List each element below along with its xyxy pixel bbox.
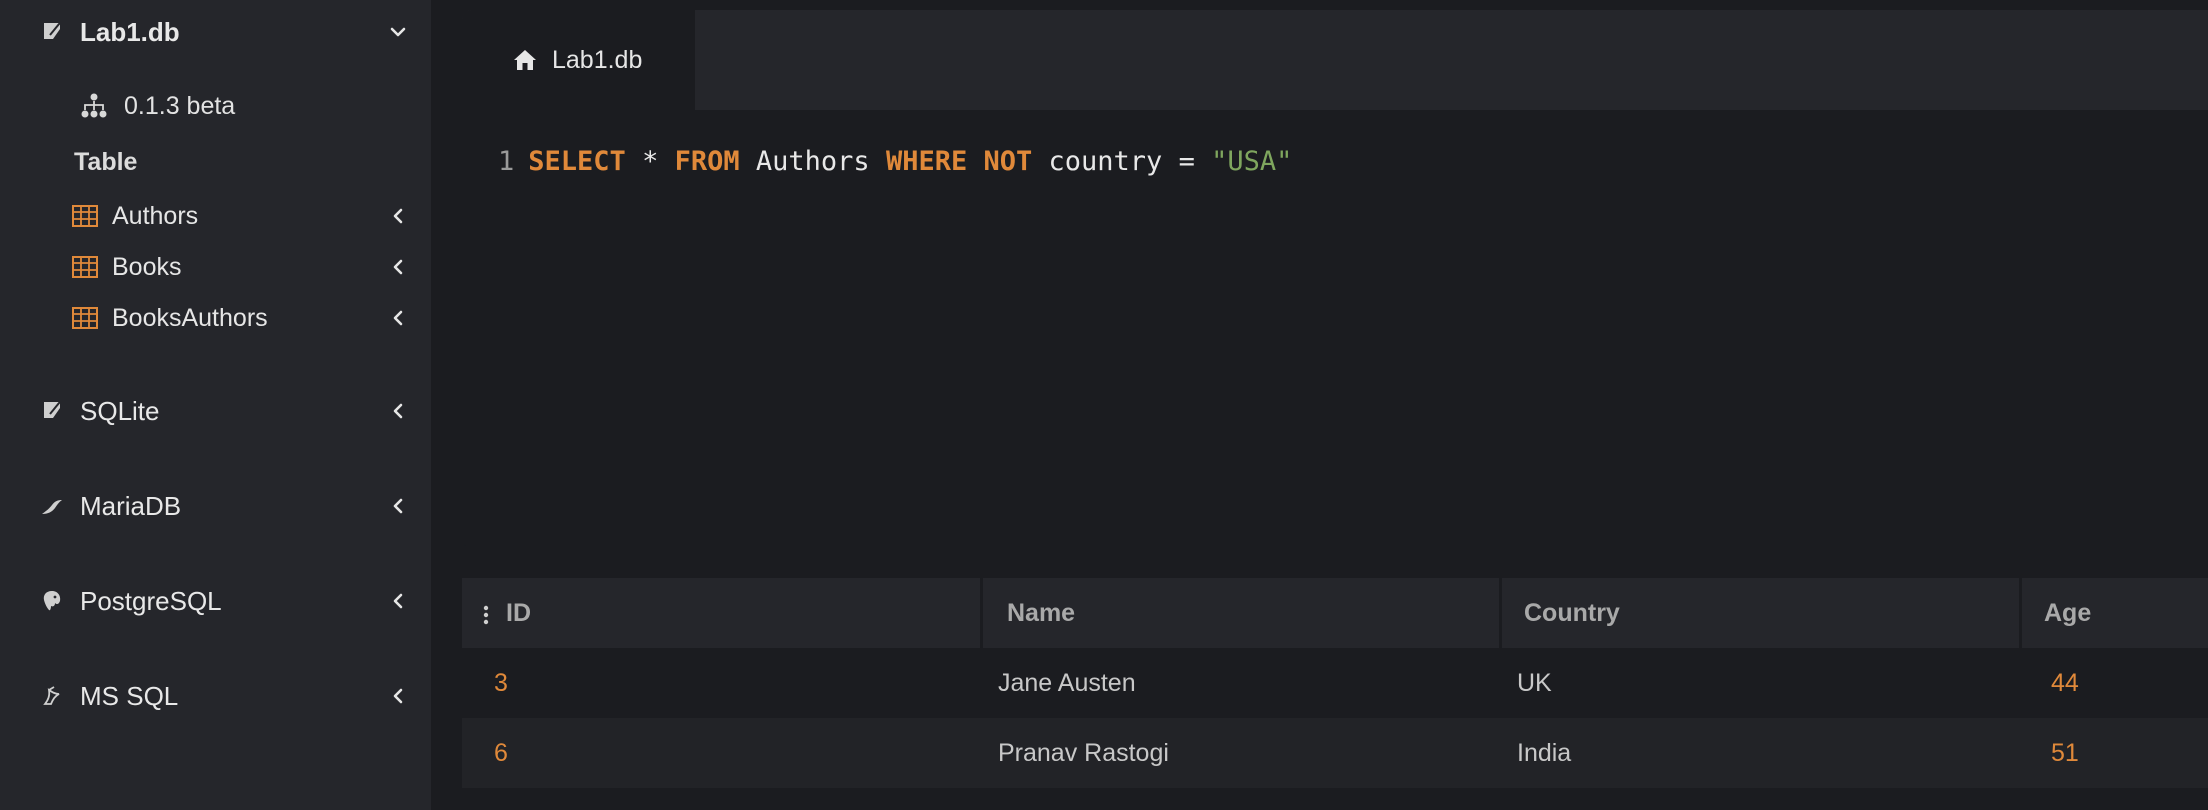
- column-menu-icon[interactable]: [482, 603, 492, 625]
- tab-label: Lab1.db: [552, 45, 643, 74]
- table-section-heading: Table: [74, 148, 138, 176]
- db-item-label: SQLite: [80, 395, 160, 426]
- db-item-label: MS SQL: [80, 680, 179, 711]
- cell-name: Jane Austen: [998, 668, 1136, 697]
- db-item-label: Lab1.db: [80, 16, 180, 47]
- db-item-label: MariaDB: [80, 490, 182, 521]
- sidebar-item-label: Authors: [112, 201, 199, 230]
- tab-bar: Lab1.db: [462, 10, 2208, 110]
- cell-id: 6: [494, 738, 508, 767]
- version-info: 0.1.3 beta: [80, 88, 235, 124]
- column-header-label: ID: [506, 598, 531, 627]
- home-icon: [512, 47, 538, 73]
- db-item-mariadb[interactable]: MariaDB: [40, 486, 410, 526]
- cell-name: Pranav Rastogi: [998, 738, 1169, 767]
- column-header-name[interactable]: Name: [983, 578, 1502, 648]
- db-item-sqlite[interactable]: SQLite: [40, 391, 410, 431]
- chevron-down-icon[interactable]: [386, 20, 410, 44]
- cell-country: UK: [1517, 668, 1552, 697]
- string-literal: "USA": [1211, 146, 1293, 177]
- column-header-label: Name: [1007, 598, 1076, 627]
- db-item-lab1[interactable]: Lab1.db: [40, 12, 410, 52]
- chevron-left-icon[interactable]: [386, 589, 410, 613]
- mariadb-seal-icon: [40, 494, 64, 518]
- sqlite-feather-icon: [40, 399, 64, 423]
- keyword-where: WHERE: [885, 146, 968, 177]
- token-star: *: [625, 146, 675, 177]
- cell-age: 51: [2051, 738, 2079, 767]
- cell-age: 44: [2051, 668, 2079, 697]
- column-header-country[interactable]: Country: [1502, 578, 2022, 648]
- sidebar-item-books[interactable]: Books: [72, 247, 410, 287]
- postgresql-elephant-icon: [40, 589, 64, 613]
- schema-tree-icon: [80, 92, 108, 120]
- chevron-left-icon[interactable]: [386, 494, 410, 518]
- cell-country: India: [1517, 738, 1572, 767]
- code-line: 1 SELECT * FROM Authors WHERE NOT country…: [498, 146, 1292, 177]
- sidebar: Lab1.db 0.1.3 beta Table Authors Books B…: [0, 0, 431, 810]
- sidebar-item-booksauthors[interactable]: BooksAuthors: [72, 298, 410, 338]
- version-label: 0.1.3 beta: [124, 91, 236, 120]
- chevron-left-icon[interactable]: [386, 204, 410, 228]
- db-item-postgresql[interactable]: PostgreSQL: [40, 581, 410, 621]
- column-header-id[interactable]: ID: [462, 578, 983, 648]
- chevron-left-icon[interactable]: [386, 399, 410, 423]
- keyword-from: FROM: [674, 146, 740, 177]
- mssql-icon: [40, 684, 64, 708]
- table-grid-icon: [72, 307, 98, 329]
- sqlite-feather-icon: [40, 20, 64, 44]
- sidebar-item-label: Books: [112, 252, 182, 281]
- db-item-label: PostgreSQL: [80, 585, 222, 616]
- results-grid: ID Name Country Age 3 Jane Austen UK 44 …: [462, 578, 2208, 810]
- line-number: 1: [498, 146, 515, 177]
- chevron-left-icon[interactable]: [386, 684, 410, 708]
- sidebar-item-authors[interactable]: Authors: [72, 196, 410, 236]
- tab-lab1-db[interactable]: Lab1.db: [462, 10, 695, 110]
- sidebar-item-label: BooksAuthors: [112, 303, 268, 332]
- keyword-select: SELECT: [528, 146, 626, 177]
- table-row[interactable]: 3 Jane Austen UK 44: [462, 648, 2208, 718]
- column-header-label: Country: [1524, 598, 1620, 627]
- chevron-left-icon[interactable]: [386, 306, 410, 330]
- keyword-not: NOT: [983, 146, 1033, 177]
- query-panel: Lab1.db 1 SELECT * FROM Authors WHERE NOT…: [462, 10, 2208, 548]
- column-header-age[interactable]: Age: [2022, 578, 2208, 648]
- token-table: Authors: [739, 146, 886, 177]
- results-header: ID Name Country Age: [462, 578, 2208, 648]
- table-row[interactable]: 6 Pranav Rastogi India 51: [462, 718, 2208, 788]
- token-condition: country =: [1032, 146, 1212, 177]
- cell-id: 3: [494, 668, 508, 697]
- db-item-mssql[interactable]: MS SQL: [40, 676, 410, 716]
- chevron-left-icon[interactable]: [386, 255, 410, 279]
- table-grid-icon: [72, 205, 98, 227]
- column-header-label: Age: [2044, 598, 2092, 627]
- table-grid-icon: [72, 256, 98, 278]
- sql-editor[interactable]: 1 SELECT * FROM Authors WHERE NOT country…: [462, 110, 2208, 548]
